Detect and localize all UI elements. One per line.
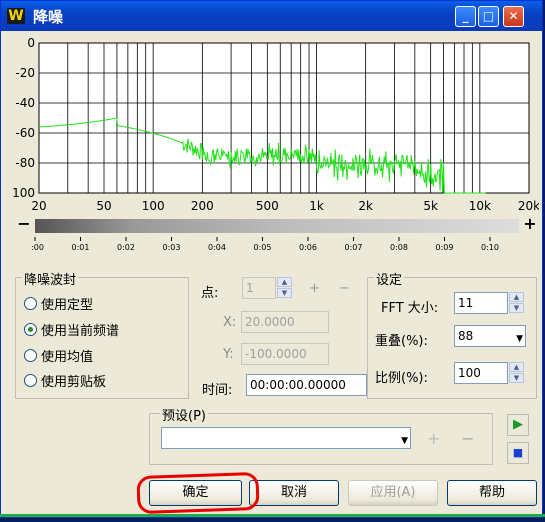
- stop-icon[interactable]: ■: [507, 442, 529, 464]
- time-ruler: 0:00 0:01 0:02 0:03 0:04 0:05 0:06 0:07 0:08 0:09…: [31, 237, 499, 252]
- time-tick-label: 0:07: [345, 243, 363, 252]
- noise-envelope-panel: 降噪波封 使用定型 使用当前频谱 使用均值 使用剪贴板: [15, 269, 189, 399]
- time-tick-label: 0:01: [72, 243, 90, 252]
- zoom-bar[interactable]: − +: [17, 216, 537, 235]
- fft-size-input[interactable]: 11: [454, 292, 508, 314]
- x-tick-label: 200: [191, 199, 214, 213]
- radio-use-template[interactable]: 使用定型: [24, 294, 93, 313]
- minimize-button[interactable]: _: [455, 6, 476, 27]
- ratio-input[interactable]: 100: [454, 362, 508, 384]
- zoom-in-button[interactable]: +: [523, 216, 537, 233]
- title-bar[interactable]: W 降噪 _ □ ✕: [1, 1, 542, 31]
- y-tick-label: -60: [15, 126, 35, 140]
- y-tick-label: 100: [12, 186, 35, 200]
- plot-area: [38, 42, 530, 194]
- y-tick-label: -80: [15, 156, 35, 170]
- y-tick-label: 0: [27, 37, 35, 50]
- noise-reduction-dialog: W 降噪 _ □ ✕ 0 -20 -40 -60 -80 100 20 50 100 200 500…: [0, 0, 543, 518]
- ratio-spinner[interactable]: ▲ ▼: [509, 362, 524, 384]
- radio-use-clipboard[interactable]: 使用剪贴板: [24, 371, 106, 390]
- preset-combo[interactable]: ▼: [161, 427, 411, 449]
- settings-title: 设定: [374, 269, 405, 288]
- maximize-button[interactable]: □: [478, 6, 499, 27]
- play-icon[interactable]: ▶: [507, 414, 529, 436]
- x-input[interactable]: 20.0000: [241, 311, 329, 333]
- time-tick-label: 0:05: [254, 243, 272, 252]
- x-tick-label: 50: [96, 199, 111, 213]
- time-tick-label: 0:02: [117, 243, 135, 252]
- x-tick-label: 20: [31, 199, 46, 213]
- add-preset-icon[interactable]: +: [427, 429, 440, 448]
- overlap-select[interactable]: 88 ▼: [454, 325, 526, 347]
- background-strip: [0, 514, 545, 517]
- radio-use-average[interactable]: 使用均值: [24, 346, 93, 365]
- x-tick-label: 5k: [423, 199, 438, 213]
- x-tick-label: 20k: [518, 199, 539, 213]
- zoom-scroll-track[interactable]: [35, 219, 519, 233]
- x-tick-label: 2k: [358, 199, 373, 213]
- ratio-label: 比例(%):: [375, 371, 428, 386]
- radio-use-current-spectrum[interactable]: 使用当前频谱: [24, 320, 119, 339]
- point-spinner[interactable]: ▲ ▼: [277, 277, 292, 299]
- time-tick-label: 0:03: [163, 243, 181, 252]
- y-label: Y:: [223, 347, 234, 362]
- annotation-circle: [136, 471, 260, 515]
- time-tick-label: 0:04: [208, 243, 226, 252]
- x-label: X:: [223, 315, 237, 330]
- time-tick-label: 0:10: [481, 243, 499, 252]
- chevron-down-icon: ▼: [401, 436, 408, 446]
- time-input[interactable]: 00:00:00.00000: [246, 374, 367, 396]
- preset-title: 预设(P): [160, 405, 208, 424]
- chevron-down-icon: ▼: [516, 334, 523, 344]
- fft-size-label: FFT 大小:: [381, 301, 439, 316]
- time-tick-label: 0:06: [299, 243, 317, 252]
- y-tick-label: -40: [15, 96, 35, 110]
- y-input[interactable]: -100.0000: [241, 343, 329, 365]
- overlap-label: 重叠(%):: [375, 334, 428, 349]
- noise-envelope-title: 降噪波封: [22, 269, 79, 288]
- apply-button[interactable]: 应用(A): [348, 480, 438, 506]
- help-button[interactable]: 帮助: [447, 480, 537, 506]
- fft-size-spinner[interactable]: ▲ ▼: [509, 292, 524, 314]
- app-icon: W: [7, 8, 25, 24]
- x-tick-label: 10k: [469, 199, 491, 213]
- x-tick-label: 1k: [309, 199, 324, 213]
- y-tick-label: -20: [15, 66, 35, 80]
- remove-point-icon[interactable]: −: [339, 281, 350, 296]
- window-title: 降噪: [33, 8, 64, 26]
- point-input[interactable]: 1: [242, 277, 276, 299]
- point-label: 点:: [201, 286, 219, 301]
- time-tick-label: 0:00: [31, 243, 44, 252]
- remove-preset-icon[interactable]: −: [461, 429, 474, 448]
- spectrum-graph[interactable]: 0 -20 -40 -60 -80 100 20 50 100 200 500 1k 2k 5k 10k 20…: [9, 37, 539, 247]
- x-tick-label: 100: [142, 199, 165, 213]
- close-button[interactable]: ✕: [503, 6, 524, 27]
- x-tick-label: 500: [256, 199, 279, 213]
- cancel-button[interactable]: 取消: [249, 480, 339, 506]
- zoom-out-button[interactable]: −: [17, 216, 31, 233]
- time-tick-label: 0:09: [436, 243, 454, 252]
- spectrum-svg[interactable]: 0-20-40-60-8010020 50 100 200 500 1k 2k 5k 10k 20…: [9, 37, 539, 247]
- time-label: 时间:: [202, 383, 233, 398]
- add-point-icon[interactable]: +: [309, 281, 320, 296]
- time-tick-label: 0:08: [390, 243, 408, 252]
